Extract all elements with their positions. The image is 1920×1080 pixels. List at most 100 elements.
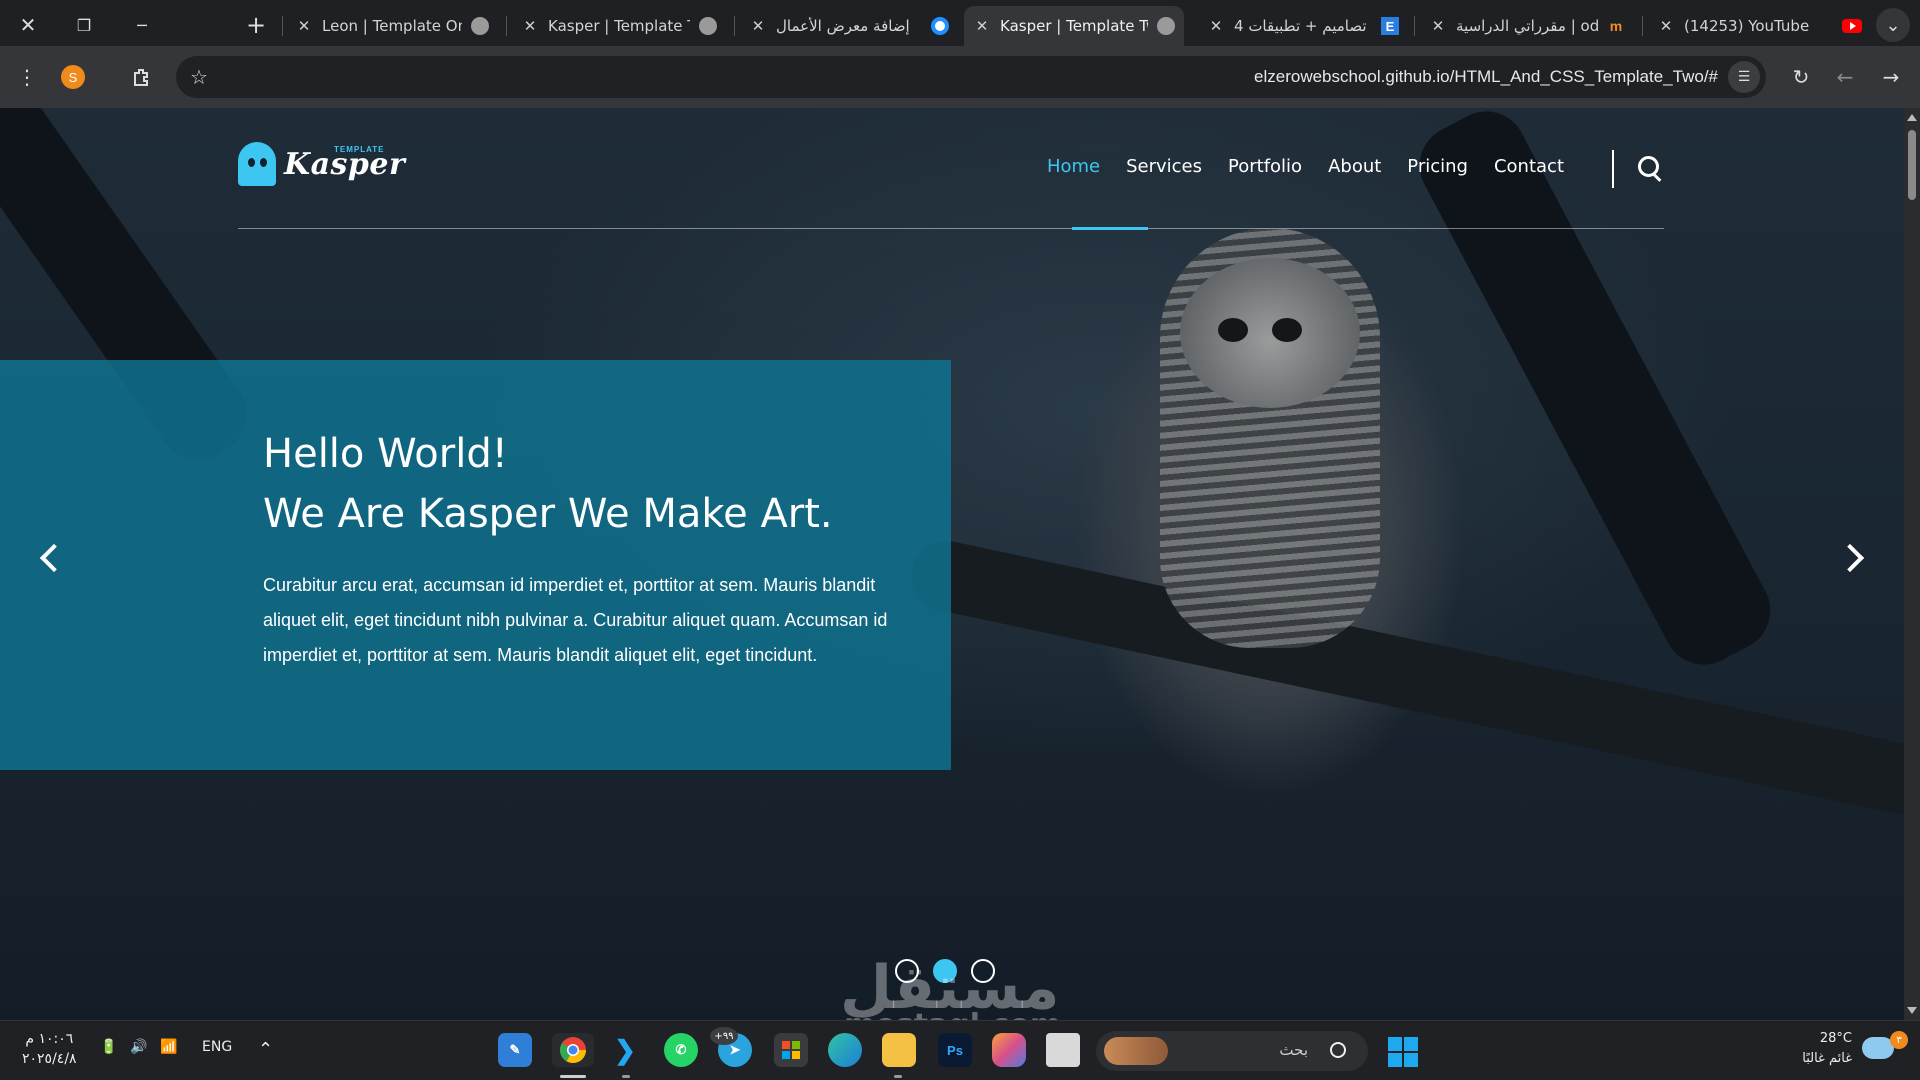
logo-text: TEMPLATE Kasper	[284, 144, 405, 182]
active-app-indicator	[560, 1075, 586, 1078]
logo-tagline: TEMPLATE	[334, 144, 385, 154]
chevron-right-icon[interactable]	[1835, 543, 1865, 573]
restore-window-icon[interactable]: ❐	[64, 8, 104, 42]
menu-about[interactable]: About	[1328, 156, 1381, 177]
store-app-icon[interactable]	[774, 1033, 808, 1067]
profile-button[interactable]: S	[56, 60, 90, 94]
tab-title: Leon | Template One	[322, 17, 462, 35]
menu-contact[interactable]: Contact	[1494, 156, 1564, 177]
app-indicator	[622, 1075, 630, 1078]
scroll-thumb[interactable]	[1908, 130, 1916, 200]
hero-heading-line-2: We Are Kasper We Make Art.	[263, 491, 833, 537]
tab-title: (14253) YouTube	[1684, 17, 1810, 35]
browser-menu-icon[interactable]: ⋮	[10, 60, 44, 94]
volume-icon[interactable]: 🔊	[130, 1039, 147, 1055]
tab-close-icon[interactable]: ✕	[1206, 17, 1226, 35]
tab-separator	[282, 16, 283, 36]
file-explorer-icon[interactable]	[882, 1033, 916, 1067]
url-text[interactable]: elzerowebschool.github.io/HTML_And_CSS_T…	[1254, 67, 1718, 87]
menu-services[interactable]: Services	[1126, 156, 1202, 177]
reload-icon[interactable]: ↻	[1784, 60, 1818, 94]
forward-icon[interactable]: →	[1874, 60, 1908, 94]
photoshop-app-icon[interactable]: Ps	[938, 1033, 972, 1067]
paint-app-icon[interactable]: ✎	[498, 1033, 532, 1067]
hero-description: Curabitur arcu erat, accumsan id imperdi…	[263, 575, 888, 665]
watermark-url: mostaql.com	[844, 1008, 1061, 1020]
tab-close-icon[interactable]: ✕	[748, 17, 768, 35]
back-icon[interactable]: ←	[1828, 60, 1862, 94]
tab-separator	[506, 16, 507, 36]
tab-separator	[1642, 16, 1643, 36]
tab-title: إضافة معرض الأعمال	[776, 17, 910, 35]
copilot-app-icon[interactable]	[992, 1033, 1026, 1067]
tab-close-icon[interactable]: ✕	[1656, 17, 1676, 35]
windows-start-icon[interactable]	[1388, 1037, 1418, 1067]
taskbar-search[interactable]: بحث	[1096, 1031, 1368, 1071]
globe-icon	[698, 16, 718, 36]
tab-close-icon[interactable]: ✕	[294, 17, 314, 35]
vscode-app-icon[interactable]: ❯	[608, 1033, 642, 1067]
tab-close-icon[interactable]: ✕	[1428, 17, 1448, 35]
edge-app-icon[interactable]	[828, 1033, 862, 1067]
tab-portfolio[interactable]: ✕ إضافة معرض الأعمال	[740, 6, 958, 46]
tab-title: مقرراتي الدراسية | odle	[1456, 17, 1598, 35]
minimize-window-icon[interactable]: ─	[122, 8, 162, 42]
owl-eye	[1272, 318, 1302, 342]
tab-youtube[interactable]: ✕ (14253) YouTube	[1648, 6, 1870, 46]
header-divider	[1612, 150, 1614, 188]
menu-pricing[interactable]: Pricing	[1407, 156, 1468, 177]
scroll-up-arrow[interactable]	[1907, 114, 1917, 121]
tab-kasper-1[interactable]: ✕ Kasper | Template Tw	[512, 6, 726, 46]
hero-heading-line-1: Hello World!	[263, 431, 508, 477]
address-bar[interactable]: ☆ elzerowebschool.github.io/HTML_And_CSS…	[176, 56, 1766, 98]
tab-title: Kasper | Template Tw	[1000, 17, 1148, 35]
tray-expand-icon[interactable]: ⌃	[258, 1039, 273, 1060]
extensions-icon[interactable]	[124, 60, 158, 94]
avatar: S	[61, 65, 85, 89]
wifi-icon[interactable]: 📶	[160, 1039, 177, 1055]
tab-bar: ✕ ❐ ─ + ✕ Leon | Template One ✕ Kasper |…	[0, 0, 1920, 50]
tab-moodle[interactable]: ✕ مقرراتي الدراسية | odle m	[1420, 6, 1634, 46]
scroll-down-arrow[interactable]	[1907, 1007, 1917, 1014]
tab-search-button[interactable]: ⌄	[1876, 8, 1910, 42]
battery-icon[interactable]: 🔋	[100, 1039, 117, 1055]
tab-title: Kasper | Template Tw	[548, 17, 690, 35]
hero-content-box: Hello World! We Are Kasper We Make Art. …	[0, 360, 951, 770]
tab-kasper-active[interactable]: ✕ Kasper | Template Tw	[964, 6, 1184, 46]
new-tab-button[interactable]: +	[236, 8, 276, 42]
weather-temp: 28°C	[1819, 1031, 1852, 1046]
chrome-app-icon[interactable]	[552, 1033, 594, 1067]
search-icon[interactable]	[1638, 156, 1664, 182]
notification-badge[interactable]: ٣	[1890, 1031, 1908, 1049]
browser-toolbar: ⋮ S ☆ elzerowebschool.github.io/HTML_And…	[0, 46, 1920, 108]
task-view-icon[interactable]	[1046, 1033, 1080, 1067]
tab-separator	[734, 16, 735, 36]
tab-designs[interactable]: ✕ 4 تصاميم + تطبيقات E	[1198, 6, 1408, 46]
site-logo[interactable]: TEMPLATE Kasper	[238, 142, 405, 186]
tab-leon[interactable]: ✕ Leon | Template One	[286, 6, 498, 46]
weather-desc: غائم غالبًا	[1802, 1051, 1852, 1066]
weather-widget[interactable]: 28°C غائم غالبًا	[1796, 1029, 1852, 1069]
youtube-icon	[1842, 16, 1862, 36]
menu-home[interactable]: Home	[1047, 156, 1100, 177]
bookmark-star-icon[interactable]: ☆	[182, 60, 216, 94]
menu-portfolio[interactable]: Portfolio	[1228, 156, 1302, 177]
system-clock[interactable]: ١٠:٠٦ م ٢٠٢٥/٤/٨	[22, 1029, 77, 1069]
e-icon: E	[1380, 16, 1400, 36]
hero-heading: Hello World! We Are Kasper We Make Art.	[263, 424, 903, 544]
page-scrollbar[interactable]	[1904, 108, 1920, 1020]
app-indicator	[894, 1075, 902, 1078]
globe-icon	[1156, 16, 1176, 36]
active-menu-indicator	[1072, 227, 1148, 230]
tab-close-icon[interactable]: ✕	[972, 17, 992, 35]
windows-taskbar: ١٠:٠٦ م ٢٠٢٥/٤/٨ 🔋 🔊 📶 ENG ⌃ ✎ ❯ ✆ ➤ +٩٩…	[0, 1020, 1920, 1080]
language-indicator[interactable]: ENG	[202, 1039, 232, 1055]
whatsapp-app-icon[interactable]: ✆	[664, 1033, 698, 1067]
site-settings-icon[interactable]: ☰	[1728, 61, 1760, 93]
close-window-icon[interactable]: ✕	[8, 8, 48, 42]
search-icon	[1330, 1042, 1346, 1058]
tab-close-icon[interactable]: ✕	[520, 17, 540, 35]
tab-separator	[1414, 16, 1415, 36]
ring-icon	[930, 16, 950, 36]
moodle-icon: m	[1609, 18, 1623, 34]
